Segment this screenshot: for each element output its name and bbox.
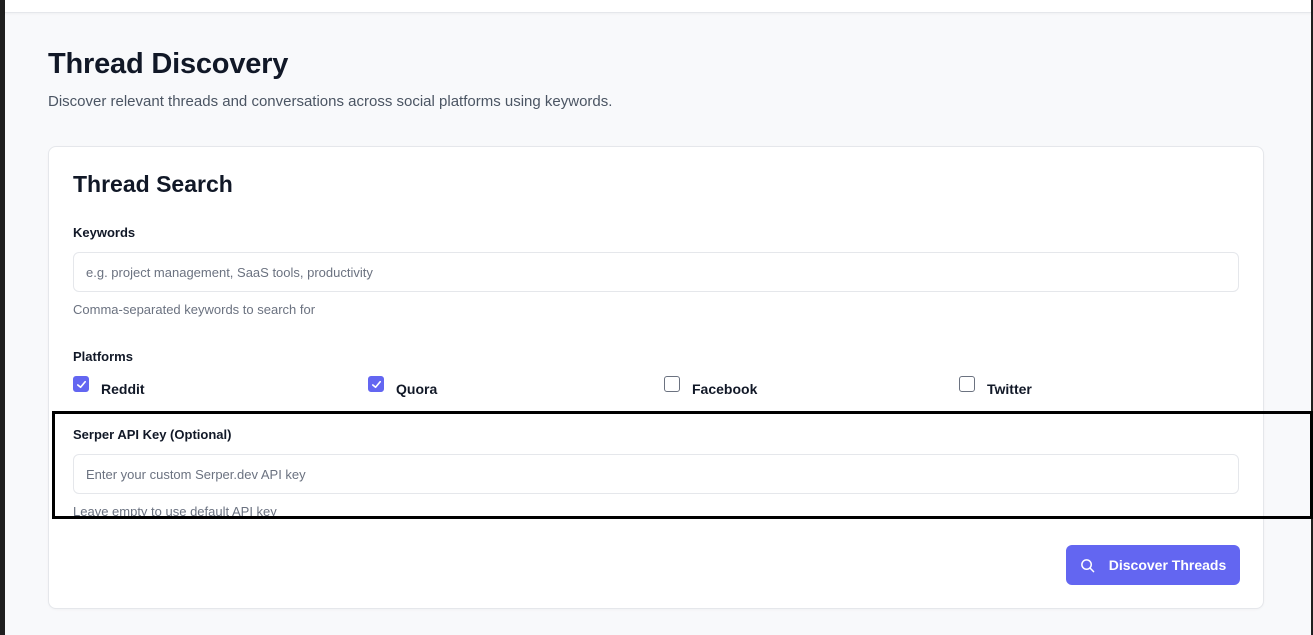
api-key-hint: Leave empty to use default API key	[73, 504, 277, 519]
card-title: Thread Search	[73, 171, 233, 197]
twitter-checkbox[interactable]	[959, 376, 975, 392]
discover-threads-button[interactable]: Discover Threads	[1066, 545, 1240, 585]
search-icon	[1080, 558, 1095, 572]
quora-label: Quora	[396, 381, 438, 397]
page-title: Thread Discovery	[48, 48, 289, 80]
platform-facebook[interactable]: Facebook	[664, 376, 758, 397]
reddit-label: Reddit	[101, 381, 145, 397]
api-key-input[interactable]	[73, 454, 1239, 494]
platform-reddit[interactable]: Reddit	[73, 376, 145, 397]
top-bar	[5, 0, 1311, 13]
platforms-label: Platforms	[73, 349, 133, 364]
thread-search-card: Thread Search Keywords Comma-separated k…	[48, 146, 1264, 609]
keywords-hint: Comma-separated keywords to search for	[73, 302, 316, 317]
quora-checkbox[interactable]	[368, 376, 384, 392]
discover-threads-label: Discover Threads	[1108, 557, 1227, 573]
check-icon	[371, 380, 381, 388]
api-key-label: Serper API Key (Optional)	[73, 427, 232, 442]
keywords-input[interactable]	[73, 252, 1239, 292]
keywords-label: Keywords	[73, 225, 136, 240]
page-subtitle: Discover relevant threads and conversati…	[48, 93, 613, 110]
window-left-edge	[0, 0, 5, 635]
facebook-checkbox[interactable]	[664, 376, 680, 392]
check-icon	[76, 380, 86, 388]
reddit-checkbox[interactable]	[73, 376, 89, 392]
twitter-label: Twitter	[987, 381, 1032, 397]
facebook-label: Facebook	[692, 381, 758, 397]
platform-quora[interactable]: Quora	[368, 376, 438, 397]
platform-twitter[interactable]: Twitter	[959, 376, 1032, 397]
